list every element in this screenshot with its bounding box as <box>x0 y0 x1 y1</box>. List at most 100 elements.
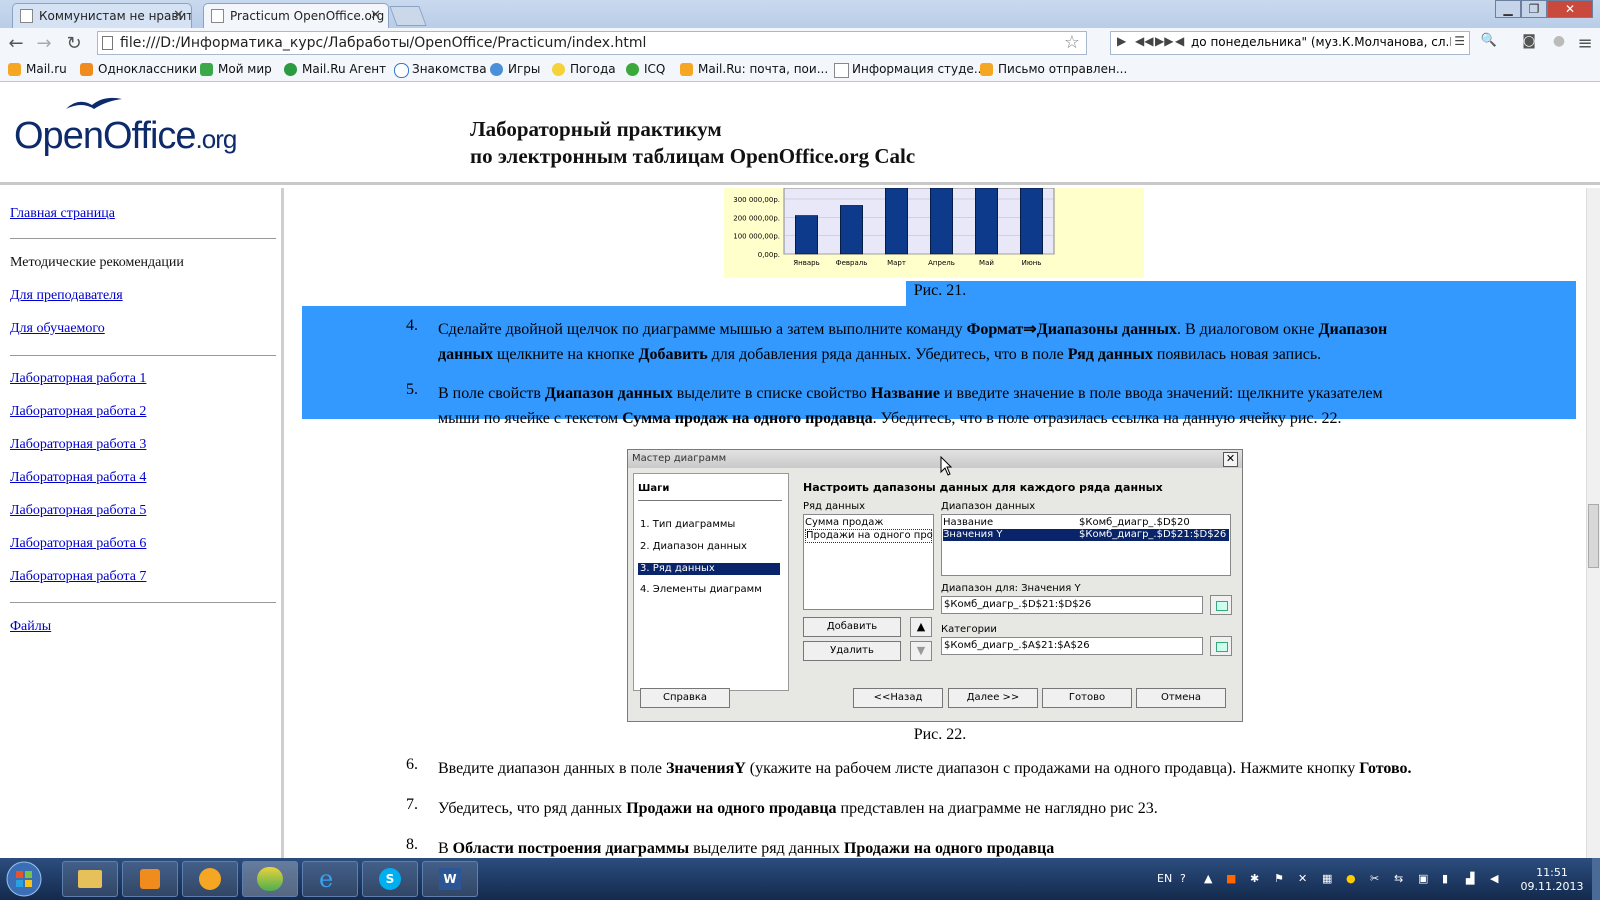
sidebar-link-student[interactable]: Для обучаемого <box>10 321 105 337</box>
back-arrow-icon[interactable]: ← <box>5 33 27 54</box>
tray-icon[interactable]: ■ <box>1226 872 1236 885</box>
tray-icon[interactable]: ● <box>1346 872 1356 885</box>
close-icon[interactable]: ✕ <box>1223 452 1238 467</box>
network-icon[interactable]: ✕ <box>1298 872 1307 885</box>
series-item[interactable]: Сумма продаж <box>805 517 932 529</box>
close-tab-icon[interactable]: ✕ <box>173 4 184 28</box>
y-tick-label: 100 000,00р. <box>733 233 780 241</box>
extension-icon-2[interactable]: ● <box>1548 33 1570 49</box>
finish-button[interactable]: Готово <box>1042 688 1132 708</box>
start-orb-icon[interactable] <box>4 860 44 898</box>
remove-button[interactable]: Удалить <box>803 641 901 661</box>
bookmark-igry[interactable]: Игры <box>490 62 540 76</box>
sidebar-link-lab-7[interactable]: Лабораторная работа 7 <box>10 569 146 585</box>
wizard-step-3[interactable]: 3. Ряд данных <box>638 563 780 575</box>
series-list[interactable]: Сумма продаж Продажи на одного продав <box>803 514 934 610</box>
sidebar-link-files[interactable]: Файлы <box>10 619 51 635</box>
tray-icon[interactable]: ▣ <box>1418 872 1428 885</box>
next-button[interactable]: Далее >> <box>948 688 1038 708</box>
sidebar-link-lab-3[interactable]: Лабораторная работа 3 <box>10 437 146 453</box>
bluetooth-icon[interactable]: ✱ <box>1250 872 1259 885</box>
categories-input[interactable]: $Комб_диагр_.$A$21:$A$26 <box>941 637 1203 655</box>
bookmark-label: Mail.Ru: почта, пои... <box>698 62 829 76</box>
wizard-step-4[interactable]: 4. Элементы диаграмм <box>638 584 780 596</box>
wizard-step-1[interactable]: 1. Тип диаграммы <box>638 519 780 531</box>
bookmark-informatsiya[interactable]: Информация студе... <box>834 62 985 78</box>
tray-icon[interactable]: ▦ <box>1322 872 1332 885</box>
sidebar-link-teacher[interactable]: Для преподавателя <box>10 288 123 304</box>
scrollbar-thumb[interactable] <box>1588 504 1599 568</box>
sidebar-link-lab-2[interactable]: Лабораторная работа 2 <box>10 404 146 420</box>
volume-icon[interactable]: ◀ <box>1175 34 1184 48</box>
bookmark-pogoda[interactable]: Погода <box>552 62 616 76</box>
bookmark-icq[interactable]: ICQ <box>626 62 665 76</box>
volume-icon[interactable]: ◀ <box>1490 872 1498 885</box>
sidebar-link-lab-6[interactable]: Лабораторная работа 6 <box>10 536 146 552</box>
signal-icon[interactable]: ▟ <box>1466 872 1474 885</box>
cancel-button[interactable]: Отмена <box>1136 688 1226 708</box>
tray-icon[interactable]: ✂ <box>1370 872 1379 885</box>
language-indicator[interactable]: EN <box>1157 872 1172 885</box>
range-for-input[interactable]: $Комб_диагр_.$D$21:$D$26 <box>941 596 1203 614</box>
select-range-button[interactable] <box>1210 595 1232 615</box>
help-icon[interactable]: ? <box>1180 872 1186 885</box>
player-menu-icon[interactable]: ☰ <box>1454 34 1465 48</box>
sidebar-link-lab-5[interactable]: Лабораторная работа 5 <box>10 503 146 519</box>
mail-agent-taskbar-icon[interactable] <box>182 861 238 897</box>
move-down-button[interactable]: ▼ <box>910 641 932 661</box>
search-icon[interactable]: 🔍 <box>1478 33 1500 48</box>
menu-icon[interactable]: ≡ <box>1574 33 1596 54</box>
bookmark-pismo[interactable]: Письмо отправлен... <box>980 62 1127 76</box>
bookmark-agent[interactable]: Mail.Ru Агент <box>284 62 386 76</box>
word-taskbar-icon[interactable]: W <box>422 861 478 897</box>
sidebar-link-home[interactable]: Главная страница <box>10 206 115 222</box>
show-desktop-button[interactable] <box>1592 858 1600 900</box>
bookmark-mailru[interactable]: Mail.ru <box>8 62 67 76</box>
internet-explorer-taskbar-icon[interactable]: e <box>302 861 358 897</box>
add-button[interactable]: Добавить <box>803 617 901 637</box>
sidebar-link-lab-4[interactable]: Лабораторная работа 4 <box>10 470 146 486</box>
explorer-taskbar-icon[interactable] <box>62 861 118 897</box>
ranges-list[interactable]: Название $Комб_диагр_.$D$20 Значения Y $Ко… <box>941 514 1231 576</box>
help-button[interactable]: Справка <box>640 688 730 708</box>
wizard-steps-panel: Шаги 1. Тип диаграммы 2. Диапазон данных… <box>633 473 789 691</box>
close-window-button[interactable]: ✕ <box>1547 0 1593 18</box>
forward-arrow-icon[interactable]: → <box>33 33 55 54</box>
page-scrollbar[interactable] <box>1586 188 1600 858</box>
media-player-taskbar-icon[interactable] <box>122 861 178 897</box>
range-row[interactable]: Название $Комб_диагр_.$D$20 <box>943 517 1229 529</box>
tab-communists[interactable]: Коммунистам не нравит ✕ <box>12 3 192 28</box>
wizard-step-2[interactable]: 2. Диапазон данных <box>638 541 780 553</box>
address-bar[interactable]: file:///D:/Информатика_курс/Лабработы/Op… <box>97 31 1087 55</box>
dialog-titlebar[interactable]: Мастер диаграмм ✕ <box>628 450 1242 468</box>
chrome-taskbar-icon[interactable] <box>242 861 298 897</box>
bookmark-mailru-pochta[interactable]: Mail.Ru: почта, пои... <box>680 62 828 76</box>
sidebar-link-lab-1[interactable]: Лабораторная работа 1 <box>10 371 146 387</box>
maximize-button[interactable]: ❐ <box>1521 0 1547 18</box>
bookmark-star-icon[interactable]: ☆ <box>1064 32 1080 53</box>
tab-practicum[interactable]: Practicum OpenOffice.org ✕ <box>203 3 389 28</box>
bookmark-moi-mir[interactable]: Мой мир <box>200 62 272 76</box>
bookmark-znakomstva[interactable]: Знакомства <box>394 62 487 78</box>
range-row-selected[interactable]: Значения Y $Комб_диагр_.$D$21:$D$26 <box>943 529 1229 541</box>
tray-icon[interactable]: ▲ <box>1204 872 1212 885</box>
select-categories-button[interactable] <box>1210 636 1232 656</box>
back-button[interactable]: <<Назад <box>853 688 943 708</box>
close-tab-icon[interactable]: ✕ <box>370 4 381 28</box>
move-up-button[interactable]: ▲ <box>910 617 932 637</box>
series-item-selected[interactable]: Продажи на одного продав <box>805 529 933 543</box>
skype-taskbar-icon[interactable]: S <box>362 861 418 897</box>
minimize-button[interactable]: ▁ <box>1495 0 1521 18</box>
extension-icon[interactable]: ◙ <box>1518 33 1540 49</box>
tray-icon[interactable]: ⇆ <box>1394 872 1403 885</box>
next-icon[interactable]: ▶▶ <box>1155 34 1173 48</box>
taskbar-clock[interactable]: 11:51 09.11.2013 <box>1517 866 1587 894</box>
reload-icon[interactable]: ↻ <box>63 33 85 54</box>
battery-icon[interactable]: ▮ <box>1442 872 1448 885</box>
bookmark-odnoklassniki[interactable]: Одноклассники <box>80 62 197 76</box>
new-tab-button[interactable] <box>389 6 427 26</box>
flag-icon[interactable]: ⚑ <box>1274 872 1284 885</box>
play-icon[interactable]: ▶ <box>1117 34 1126 48</box>
x-tick-label: Март <box>887 259 906 267</box>
previous-icon[interactable]: ◀◀ <box>1135 34 1153 48</box>
